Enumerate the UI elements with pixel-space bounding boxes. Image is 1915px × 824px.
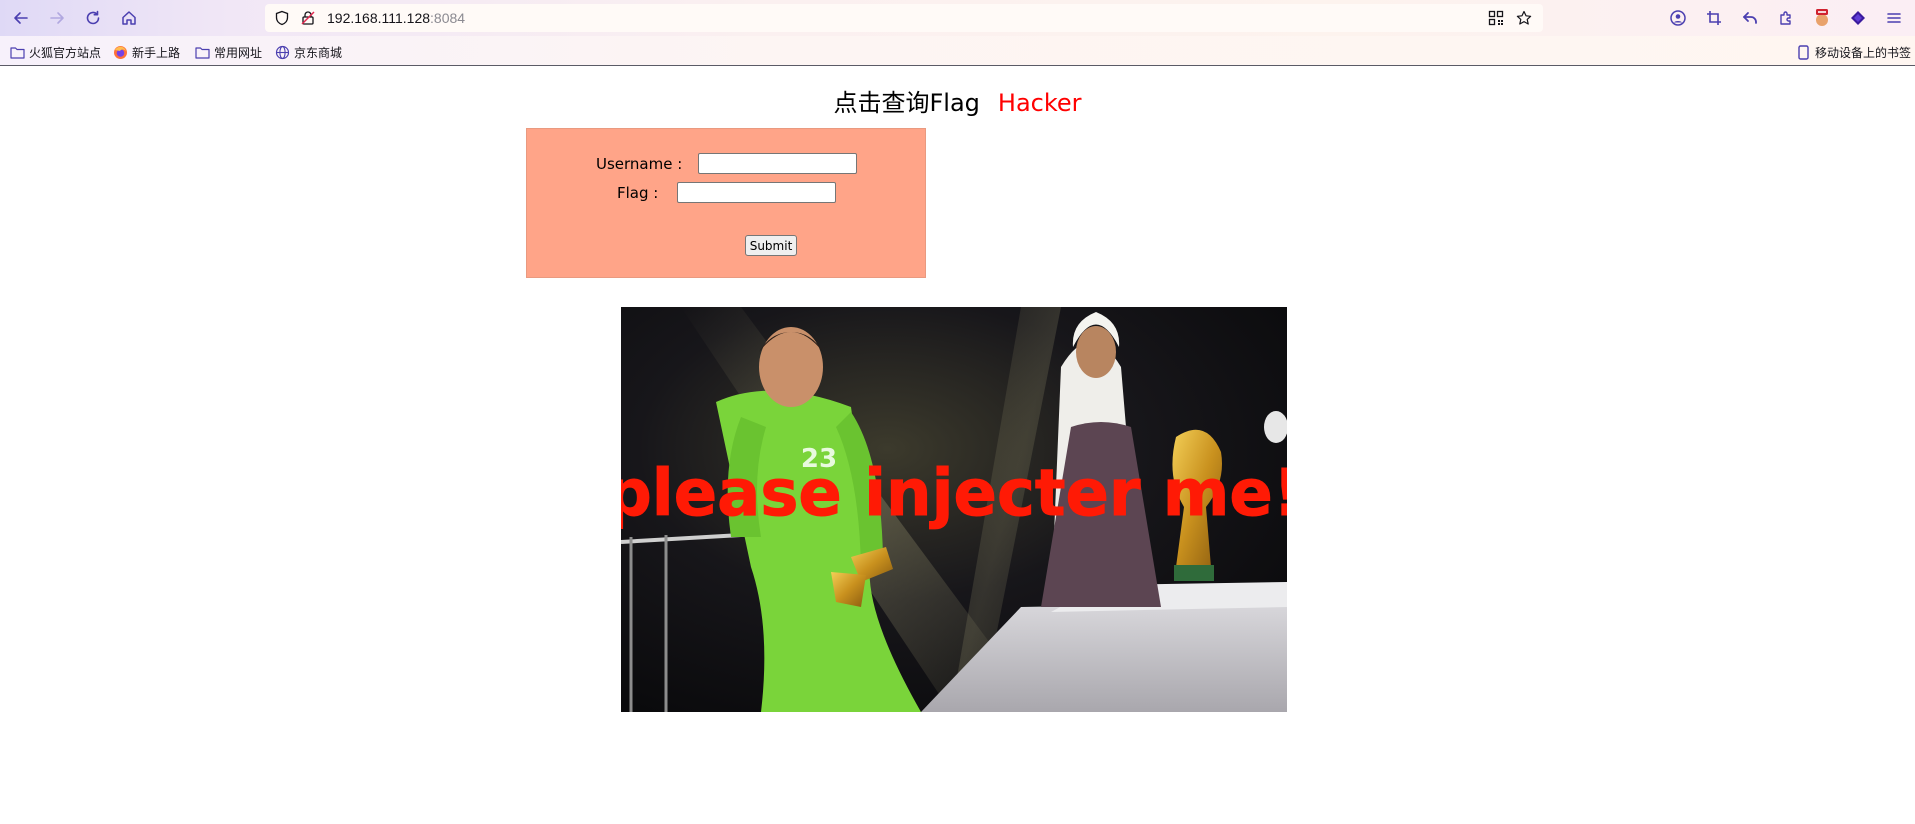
puzzle-icon bbox=[1780, 11, 1791, 25]
submit-button[interactable]: Submit bbox=[745, 235, 797, 256]
home-icon bbox=[122, 11, 136, 25]
jersey-number: 23 bbox=[801, 444, 837, 474]
forward-arrow-icon bbox=[50, 12, 64, 24]
flag-input[interactable] bbox=[677, 182, 836, 203]
bookmark-label: 常用网址 bbox=[214, 45, 263, 60]
bookmark-label: 新手上路 bbox=[132, 45, 181, 60]
hamburger-menu-icon bbox=[1887, 13, 1901, 23]
bookmarks-toolbar: 火狐官方站点 新手上路 常用网址 京东商城 移动设备上的书签 bbox=[0, 36, 1915, 66]
bookmark-mobile[interactable]: 移动设备上的书签 bbox=[1796, 43, 1911, 61]
extension-layers-button[interactable] bbox=[1846, 6, 1870, 30]
url-host: 192.168.111.128 bbox=[327, 10, 431, 26]
bookmark-label: 火狐官方站点 bbox=[29, 45, 102, 60]
extension-avatar-icon bbox=[1816, 9, 1828, 26]
flag-label: Flag : bbox=[617, 184, 659, 202]
reply-arrow-icon bbox=[1743, 12, 1757, 24]
back-button[interactable] bbox=[9, 6, 33, 30]
page-title: 点击查询Flag Hacker bbox=[0, 86, 1915, 120]
meme-image-drawing: please injecter me! 23 bbox=[621, 307, 1287, 712]
flag-query-form: Username : Flag : Submit bbox=[526, 128, 926, 278]
menu-button[interactable] bbox=[1882, 6, 1906, 30]
url-bar[interactable]: 192.168.111.128:8084 bbox=[265, 4, 1543, 32]
meme-image: please injecter me! 23 bbox=[621, 307, 1287, 712]
crop-icon bbox=[1707, 11, 1721, 25]
meme-caption: please injecter me! bbox=[621, 457, 1287, 531]
account-icon bbox=[1670, 10, 1686, 26]
bookmark-label: 移动设备上的书签 bbox=[1815, 45, 1912, 60]
back-arrow-icon bbox=[14, 12, 28, 24]
extension-avatar-button[interactable] bbox=[1810, 6, 1834, 30]
page-heading-accent: Hacker bbox=[997, 89, 1082, 117]
folder-icon bbox=[195, 45, 210, 60]
bookmark-jd-mall[interactable]: 京东商城 bbox=[275, 43, 342, 61]
url-text[interactable]: 192.168.111.128:8084 bbox=[327, 9, 465, 27]
undo-button[interactable] bbox=[1738, 6, 1762, 30]
mobile-device-icon bbox=[1796, 44, 1811, 60]
folder-icon bbox=[10, 45, 25, 60]
insecure-lock-icon[interactable] bbox=[299, 9, 317, 27]
bookmark-firefox-official[interactable]: 火狐官方站点 bbox=[10, 43, 101, 61]
bookmark-star-icon[interactable] bbox=[1515, 9, 1533, 27]
home-button[interactable] bbox=[117, 6, 141, 30]
reload-icon bbox=[86, 10, 100, 25]
extensions-button[interactable] bbox=[1774, 6, 1798, 30]
reload-button[interactable] bbox=[81, 6, 105, 30]
account-button[interactable] bbox=[1666, 6, 1690, 30]
shield-icon[interactable] bbox=[273, 9, 291, 27]
firefox-icon bbox=[113, 45, 128, 60]
url-port: :8084 bbox=[430, 10, 466, 26]
globe-icon bbox=[275, 45, 290, 60]
layers-icon bbox=[1851, 11, 1865, 25]
browser-toolbar: 192.168.111.128:8084 bbox=[0, 0, 1915, 36]
screenshot-button[interactable] bbox=[1702, 6, 1726, 30]
username-label: Username : bbox=[596, 155, 683, 173]
bookmark-getting-started[interactable]: 新手上路 bbox=[113, 43, 180, 61]
page-heading-text: 点击查询Flag bbox=[833, 89, 980, 117]
bookmark-common-sites[interactable]: 常用网址 bbox=[195, 43, 262, 61]
username-input[interactable] bbox=[698, 153, 857, 174]
qr-code-icon[interactable] bbox=[1487, 9, 1505, 27]
bookmark-label: 京东商城 bbox=[294, 45, 343, 60]
forward-button[interactable] bbox=[45, 6, 69, 30]
